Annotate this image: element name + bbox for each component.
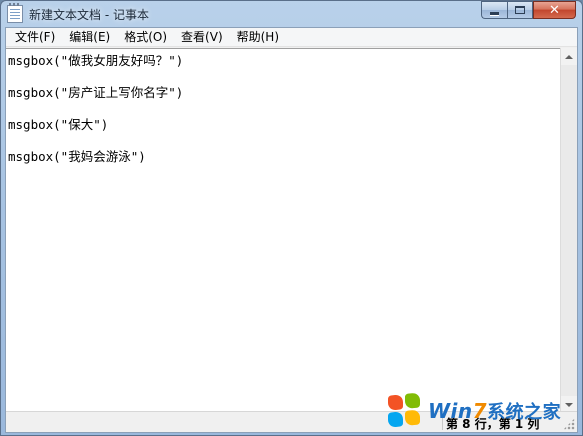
- title-bar[interactable]: 新建文本文档 - 记事本 ✕: [1, 1, 582, 27]
- menu-bar: 文件(F) 编辑(E) 格式(O) 查看(V) 帮助(H): [6, 28, 577, 47]
- menu-view[interactable]: 查看(V): [174, 28, 230, 47]
- notepad-window: 新建文本文档 - 记事本 ✕ 文件(F) 编辑(E) 格式(O) 查看(V) 帮…: [0, 0, 583, 436]
- close-button[interactable]: ✕: [533, 1, 576, 19]
- maximize-button[interactable]: [507, 1, 533, 19]
- maximize-icon: [515, 6, 525, 14]
- editor-line-7[interactable]: msgbox("我妈会游泳"): [6, 149, 562, 165]
- watermark-site-name: 系统之家: [487, 402, 562, 423]
- close-icon: ✕: [549, 2, 560, 18]
- caption-buttons: ✕: [481, 1, 576, 19]
- editor-line-1[interactable]: msgbox("做我女朋友好吗？"): [6, 53, 562, 69]
- text-editor[interactable]: msgbox("做我女朋友好吗？") msgbox("房产证上写你名字") ms…: [6, 48, 562, 413]
- watermark-win: Win: [428, 399, 473, 423]
- editor-line-6[interactable]: [6, 133, 562, 149]
- menu-help[interactable]: 帮助(H): [230, 28, 286, 47]
- vertical-scrollbar[interactable]: [560, 48, 577, 413]
- window-title: 新建文本文档 - 记事本: [29, 7, 149, 22]
- editor-line-3[interactable]: msgbox("房产证上写你名字"): [6, 85, 562, 101]
- menu-file[interactable]: 文件(F): [8, 28, 62, 47]
- watermark-text: Win7系统之家: [428, 398, 561, 424]
- windows-logo-icon: [388, 392, 422, 430]
- editor-line-4[interactable]: [6, 101, 562, 117]
- minimize-icon: [490, 11, 499, 15]
- editor-line-2[interactable]: [6, 69, 562, 85]
- menu-format[interactable]: 格式(O): [117, 28, 174, 47]
- client-area: 文件(F) 编辑(E) 格式(O) 查看(V) 帮助(H) msgbox("做我…: [5, 27, 578, 433]
- arrow-up-icon: [565, 54, 573, 59]
- minimize-button[interactable]: [481, 1, 507, 19]
- watermark: Win7系统之家: [388, 388, 578, 434]
- editor-line-5[interactable]: msgbox("保大"): [6, 117, 562, 133]
- menu-edit[interactable]: 编辑(E): [62, 28, 117, 47]
- notepad-icon[interactable]: [7, 3, 23, 23]
- watermark-seven: 7: [472, 399, 488, 423]
- scroll-up-button[interactable]: [561, 48, 577, 65]
